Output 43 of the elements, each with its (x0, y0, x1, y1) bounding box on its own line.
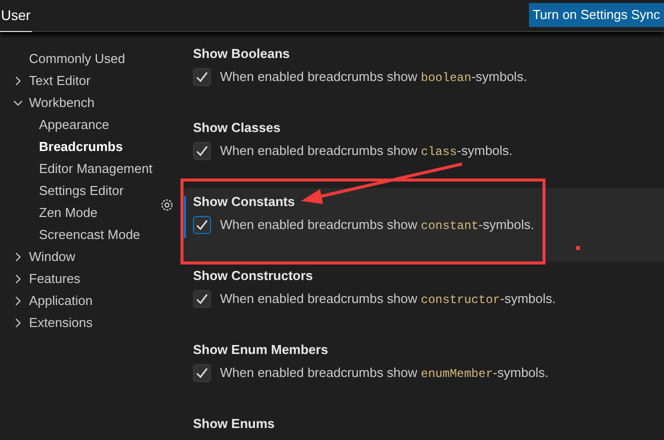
toc-item[interactable]: Breadcrumbs (39, 137, 123, 157)
chevron-down-icon[interactable] (13, 98, 23, 108)
toc-item[interactable]: Application (29, 291, 93, 311)
setting-description: When enabled breadcrumbs show boolean-symbols. (220, 68, 527, 87)
toc-item[interactable]: Window (29, 247, 76, 267)
chevron-right-icon[interactable] (13, 296, 23, 306)
gear-icon[interactable] (159, 197, 175, 213)
focus-indicator (184, 196, 186, 238)
toc-item[interactable]: Screencast Mode (39, 225, 140, 245)
checkbox[interactable] (193, 142, 211, 160)
toc-item[interactable]: Zen Mode (39, 203, 98, 223)
checkbox[interactable] (193, 68, 211, 86)
setting-title: Show Classes (193, 119, 282, 136)
toc-item[interactable]: Features (29, 269, 80, 289)
toc-item[interactable]: Extensions (29, 313, 93, 333)
setting-title: Show Constants (193, 193, 296, 210)
chevron-right-icon[interactable] (13, 318, 23, 328)
chevron-right-icon[interactable] (13, 274, 23, 284)
setting-title: Show Booleans (193, 45, 291, 62)
setting-title: Show Enum Members (193, 341, 330, 358)
checkbox[interactable] (193, 290, 211, 308)
setting-row[interactable]: Show Classes When enabled breadcrumbs show class-symbols. (180, 114, 664, 188)
checkbox[interactable] (193, 216, 211, 234)
setting-row[interactable]: Show Booleans When enabled breadcrumbs show boolean-symbols. (180, 40, 664, 114)
settings-tab[interactable]: User (0, 0, 32, 32)
chevron-right-icon[interactable] (13, 76, 23, 86)
setting-description: When enabled breadcrumbs show enumMember-symbols. (220, 364, 549, 383)
setting-title: Show Enums (193, 415, 276, 432)
setting-description: When enabled breadcrumbs show class-symbols. (220, 142, 513, 161)
toc-item[interactable]: Commonly Used (29, 49, 126, 69)
toc-item[interactable]: Editor Management (39, 159, 152, 179)
toc-item[interactable]: Appearance (39, 115, 110, 135)
setting-row[interactable]: Show Enum Members When enabled breadcrumbs show enumMember-symbols. (180, 336, 664, 410)
toc-item[interactable]: Text Editor (29, 71, 90, 91)
chevron-right-icon[interactable] (13, 252, 23, 262)
setting-description: When enabled breadcrumbs show constant-symbols. (220, 216, 534, 235)
checkbox[interactable] (193, 364, 211, 382)
setting-title: Show Constructors (193, 267, 314, 284)
toc-item[interactable]: Workbench (29, 93, 95, 113)
setting-row[interactable]: Show Constructors When enabled breadcrumbs show constructor-symbols. (180, 262, 664, 336)
setting-description: When enabled breadcrumbs show constructor-symbols. (220, 290, 556, 309)
sync-button[interactable]: Turn on Settings Sync (528, 3, 664, 27)
toc-item[interactable]: Settings Editor (39, 181, 124, 201)
